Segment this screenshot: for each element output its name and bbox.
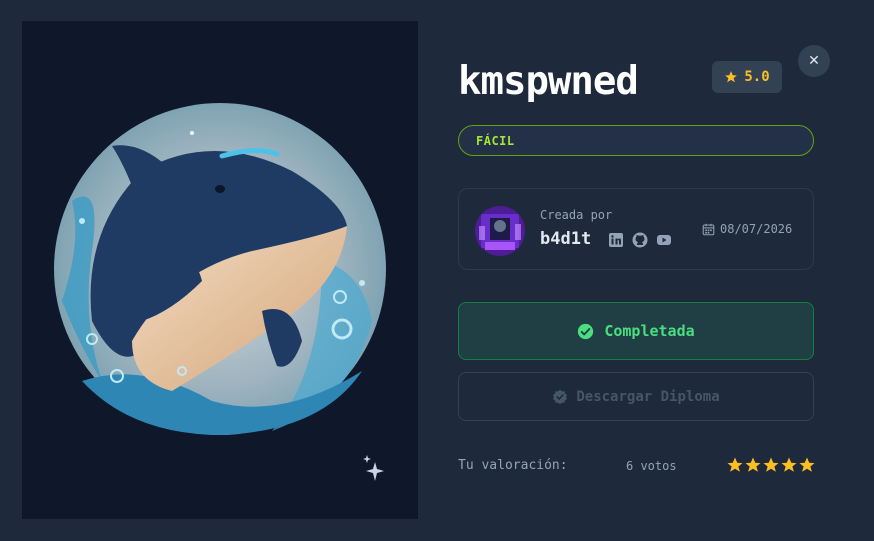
- rating-value: 5.0: [744, 69, 770, 85]
- votes-count: 6 votos: [626, 459, 677, 473]
- creator-label: Creada por: [540, 208, 613, 222]
- challenge-title: kmspwned: [458, 59, 639, 104]
- date-value: 08/07/2026: [720, 222, 793, 236]
- star-icon: [725, 71, 738, 83]
- star-icon[interactable]: [762, 455, 780, 475]
- completed-label: Completada: [604, 322, 695, 340]
- completed-status-button[interactable]: Completada: [458, 302, 814, 360]
- close-icon: ✕: [808, 53, 820, 69]
- avatar[interactable]: [475, 206, 525, 256]
- challenge-image: [22, 21, 418, 519]
- badge-check-icon: [553, 389, 568, 404]
- diploma-label: Descargar Diploma: [576, 388, 720, 405]
- user-rating-label: Tu valoración:: [458, 458, 568, 473]
- close-button[interactable]: ✕: [798, 45, 830, 77]
- youtube-icon[interactable]: [656, 232, 672, 248]
- sparkle-icon: [363, 455, 384, 481]
- calendar-icon: [702, 223, 715, 235]
- star-rating[interactable]: [726, 455, 816, 475]
- star-icon[interactable]: [798, 455, 816, 475]
- star-icon[interactable]: [744, 455, 762, 475]
- creator-name[interactable]: b4d1t: [540, 229, 591, 249]
- linkedin-icon[interactable]: [608, 232, 624, 248]
- check-circle-icon: [578, 323, 594, 339]
- creation-date: 08/07/2026: [702, 222, 792, 236]
- rating-badge: 5.0: [712, 61, 782, 93]
- star-icon[interactable]: [726, 455, 744, 475]
- star-icon[interactable]: [780, 455, 798, 475]
- difficulty-badge: FÁCIL: [458, 125, 814, 156]
- creator-card: Creada por b4d1t 08/07/2026: [458, 188, 814, 270]
- orca-illustration: [54, 103, 386, 435]
- github-icon[interactable]: [632, 232, 648, 248]
- download-diploma-button[interactable]: Descargar Diploma: [458, 372, 814, 421]
